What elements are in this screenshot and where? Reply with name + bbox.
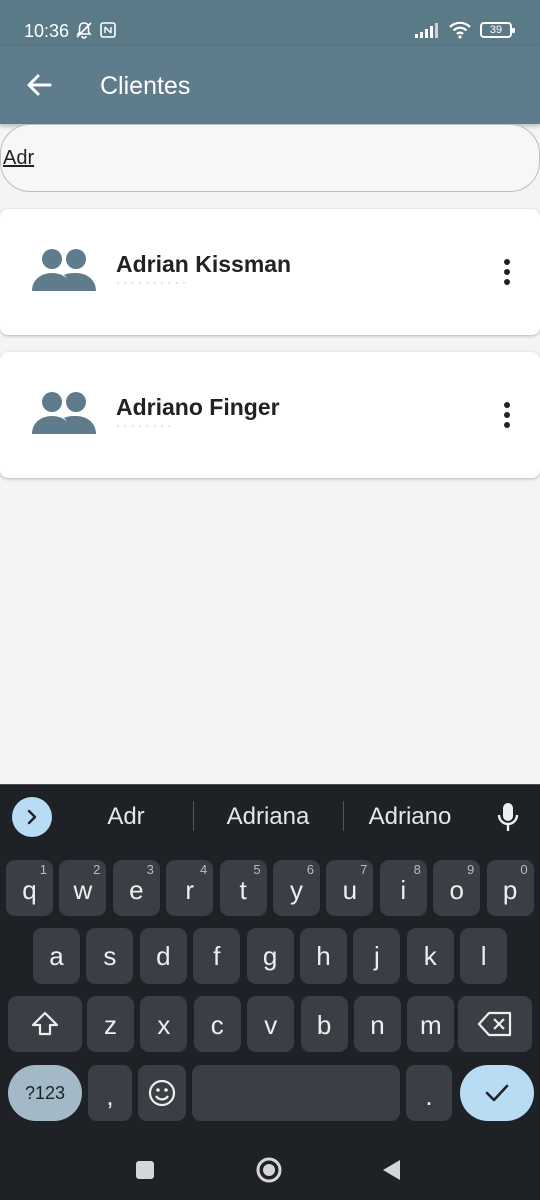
key-v[interactable]: v [247, 996, 295, 1052]
divider [343, 801, 344, 831]
key-a[interactable]: a [33, 928, 80, 984]
key-hint: 3 [146, 862, 154, 877]
key-g[interactable]: g [246, 928, 294, 984]
people-icon [32, 249, 96, 291]
key-x[interactable]: x [140, 996, 188, 1052]
nfc-icon [100, 22, 116, 38]
back-triangle-icon[interactable] [380, 1158, 402, 1182]
space-key[interactable] [192, 1065, 400, 1121]
client-card[interactable]: Adriano Finger · · · · · · · · [0, 352, 540, 478]
key-hint: 5 [253, 862, 261, 877]
key-hint: 7 [360, 862, 368, 877]
key-c[interactable]: c [193, 996, 241, 1052]
key-e[interactable]: 3e [112, 860, 160, 916]
search-input[interactable]: Adr [0, 124, 540, 192]
key-j[interactable]: j [353, 928, 401, 984]
key-z[interactable]: z [87, 996, 134, 1052]
key-t[interactable]: 5t [219, 860, 267, 916]
divider [193, 801, 194, 831]
home-icon[interactable] [255, 1156, 283, 1184]
chevron-right-icon [27, 809, 37, 825]
client-phone-clipped: · · · · · · · · [116, 422, 171, 428]
status-time: 10:36 [24, 21, 70, 41]
suggestion-1[interactable]: Adr [66, 803, 186, 831]
suggestion-3[interactable]: Adriano [350, 803, 470, 831]
client-phone-clipped: · · · · · · · · · · [116, 279, 186, 285]
key-o[interactable]: 9o [433, 860, 481, 916]
key-hint: 0 [520, 862, 528, 877]
microphone-icon[interactable] [496, 801, 520, 833]
status-icons-right: 39 [414, 21, 515, 39]
key-hint: 2 [93, 862, 101, 877]
page-title: Clientes [100, 72, 191, 100]
key-w[interactable]: 2w [59, 860, 107, 916]
bell-off-icon [76, 22, 92, 39]
more-vert-icon[interactable] [494, 257, 520, 287]
key-f[interactable]: f [193, 928, 241, 984]
key-hint: 4 [199, 862, 208, 877]
emoji-icon [148, 1079, 176, 1107]
key-d[interactable]: d [139, 928, 187, 984]
symbols-key[interactable]: ?123 [8, 1065, 82, 1121]
battery-indicator: 39 [480, 22, 515, 38]
key-h[interactable]: h [300, 928, 347, 984]
client-name: Adrian Kissman [116, 251, 292, 277]
enter-key[interactable] [460, 1065, 534, 1121]
more-vert-icon[interactable] [494, 400, 520, 430]
key-u[interactable]: 7u [326, 860, 374, 916]
shift-icon [31, 1011, 59, 1036]
key-y[interactable]: 6y [273, 860, 320, 916]
shift-key[interactable] [8, 996, 82, 1052]
period-key[interactable]: . [406, 1065, 452, 1121]
expand-toolbar-button[interactable] [12, 797, 52, 837]
key-q[interactable]: 1q [6, 860, 53, 916]
key-p[interactable]: 0p [486, 860, 534, 916]
search-input-value[interactable]: Adr [3, 147, 34, 170]
check-icon [485, 1084, 509, 1102]
comma-key[interactable]: , [88, 1065, 132, 1121]
back-arrow-icon[interactable] [22, 68, 56, 102]
signal-icon [415, 23, 438, 38]
wifi-icon [449, 21, 471, 39]
people-icon [32, 392, 96, 434]
key-k[interactable]: k [406, 928, 454, 984]
recents-icon[interactable] [134, 1159, 156, 1181]
navigation-bar [0, 1139, 540, 1200]
key-m[interactable]: m [407, 996, 455, 1052]
key-s[interactable]: s [86, 928, 134, 984]
app-bar: Clientes [0, 46, 540, 124]
soft-keyboard: Adr Adriana Adriano 1q2w3e4r5t6y7u8i9o0p… [0, 784, 540, 1200]
key-b[interactable]: b [300, 996, 348, 1052]
emoji-key[interactable] [138, 1065, 186, 1121]
suggestion-2[interactable]: Adriana [200, 803, 336, 831]
key-hint: 8 [413, 862, 421, 877]
key-n[interactable]: n [354, 996, 401, 1052]
backspace-key[interactable] [458, 996, 532, 1052]
key-r[interactable]: 4r [166, 860, 214, 916]
key-i[interactable]: 8i [379, 860, 427, 916]
status-bar: 10:36 39 [0, 0, 540, 46]
status-icons-left [75, 21, 117, 39]
key-hint: 9 [466, 862, 475, 877]
suggestion-strip: Adr Adriana Adriano [0, 785, 540, 849]
backspace-icon [477, 1011, 512, 1037]
key-l[interactable]: l [460, 928, 508, 984]
key-hint: 1 [39, 862, 47, 877]
client-card[interactable]: Adrian Kissman · · · · · · · · · · [0, 209, 540, 335]
client-name: Adriano Finger [116, 394, 280, 420]
key-hint: 6 [306, 862, 314, 877]
